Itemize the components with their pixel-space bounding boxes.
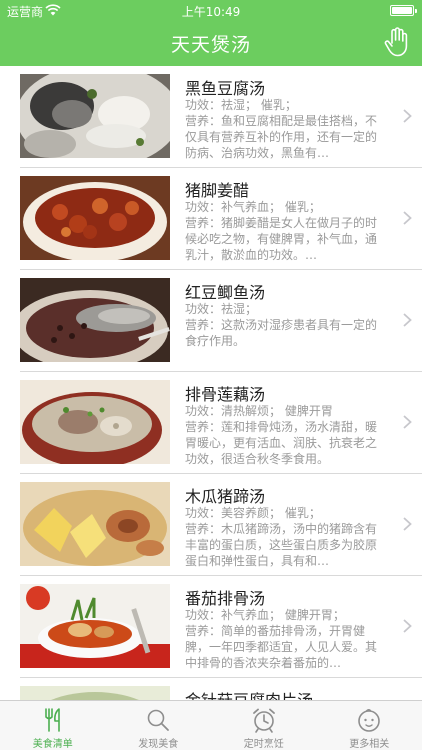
recipe-effect: 功效：清热解烦； 健脾开胃 <box>185 404 333 418</box>
chevron-right-icon <box>403 109 412 123</box>
recipe-effect: 功效：祛湿； <box>185 302 258 316</box>
tab-timer[interactable]: 定时烹饪 <box>211 701 317 750</box>
recipe-row[interactable]: 黑鱼豆腐汤 功效：祛湿； 催乳； 营养：鱼和豆腐相配是最佳搭档，不仅具有营养互补… <box>20 66 422 168</box>
alarm-clock-icon <box>252 708 275 733</box>
recipe-thumbnail <box>20 686 170 700</box>
recipe-thumbnail <box>20 74 170 158</box>
recipe-name: 金针菇豆腐肉片汤 <box>185 687 313 700</box>
recipe-row[interactable]: 木瓜猪蹄汤 功效：美容养颜； 催乳； 营养：木瓜猪蹄汤，汤中的猪蹄含有丰富的蛋白… <box>20 474 422 576</box>
chevron-right-icon <box>403 415 412 429</box>
recipe-row[interactable]: 番茄排骨汤 功效：补气养血； 健脾开胃； 营养：简单的番茄排骨汤，开胃健脾，一年… <box>20 576 422 678</box>
recipe-thumbnail <box>20 584 170 668</box>
tab-bar: 美食清单 发现美食 定时烹饪 更多相关 <box>0 700 422 750</box>
recipe-thumbnail <box>20 278 170 362</box>
chevron-right-icon <box>403 619 412 633</box>
tab-label: 定时烹饪 <box>243 739 284 750</box>
chevron-right-icon <box>403 313 412 327</box>
tab-label: 发现美食 <box>138 739 179 750</box>
recipe-list: 黑鱼豆腐汤 功效：祛湿； 催乳； 营养：鱼和豆腐相配是最佳搭档，不仅具有营养互补… <box>0 66 422 700</box>
recipe-description: 营养：莲和排骨炖汤，汤水清甜，暖胃暖心，更有活血、润肤、抗衰老之功效，很适合秋冬… <box>185 420 378 466</box>
recipe-row[interactable]: 排骨莲藕汤 功效：清热解烦； 健脾开胃 营养：莲和排骨炖汤，汤水清甜，暖胃暖心，… <box>20 372 422 474</box>
hand-pointer-icon[interactable] <box>383 27 409 57</box>
battery-icon <box>390 5 417 16</box>
recipe-thumbnail <box>20 176 170 260</box>
page-title: 天天煲汤 <box>170 34 251 56</box>
tab-more[interactable]: 更多相关 <box>317 701 422 750</box>
recipe-effect: 功效：补气养血； 催乳； <box>185 200 321 214</box>
tab-label: 更多相关 <box>349 739 390 750</box>
recipe-description: 营养：猪脚姜醋是女人在做月子的时候必吃之物，有健脾胃，补气血，通乳汁，散淤血的功… <box>185 216 378 262</box>
app-screen: 运营商 上午10:49 天天煲汤 黑鱼豆腐汤 功效：祛湿； 催乳； 营养：鱼和豆… <box>0 0 422 750</box>
recipe-effect: 功效：祛湿； 催乳； <box>185 98 297 112</box>
tab-discover[interactable]: 发现美食 <box>106 701 212 750</box>
recipe-thumbnail <box>20 482 170 566</box>
recipe-row[interactable]: 猪脚姜醋 功效：补气养血； 催乳； 营养：猪脚姜醋是女人在做月子的时候必吃之物，… <box>20 168 422 270</box>
recipe-description: 营养：这款汤对湿疹患者具有一定的食疗作用。 <box>185 318 378 348</box>
chevron-right-icon <box>403 211 412 225</box>
recipe-description: 营养：木瓜猪蹄汤，汤中的猪蹄含有丰富的蛋白质，这些蛋白质多为胶原蛋白和弹性蛋白，… <box>185 522 378 568</box>
search-icon <box>147 709 170 731</box>
tab-label: 美食清单 <box>32 739 73 750</box>
chevron-right-icon <box>403 517 412 531</box>
recipe-effect: 功效：补气养血； 健脾开胃； <box>185 608 345 622</box>
recipe-description: 营养：简单的番茄排骨汤，开胃健脾，一年四季都适宜，人见人爱。其中排骨的香浓夹杂着… <box>185 624 378 670</box>
recipe-effect: 功效：美容养颜； 催乳； <box>185 506 321 520</box>
status-time: 上午10:49 <box>181 5 241 19</box>
recipe-description: 营养：鱼和豆腐相配是最佳搭档，不仅具有营养互补的作用，还有一定的防病、治病功效，… <box>185 114 378 160</box>
status-bar: 运营商 上午10:49 <box>0 0 422 22</box>
top-bar: 运营商 上午10:49 天天煲汤 <box>0 0 422 66</box>
recipe-row[interactable]: 红豆鲫鱼汤 功效：祛湿； 营养：这款汤对湿疹患者具有一定的食疗作用。 <box>20 270 422 372</box>
tab-food-list[interactable]: 美食清单 <box>0 701 106 750</box>
recipe-thumbnail <box>20 380 170 464</box>
baby-face-icon <box>358 709 381 732</box>
recipe-row[interactable]: 金针菇豆腐肉片汤 <box>20 678 422 700</box>
fork-knife-icon <box>44 708 60 732</box>
